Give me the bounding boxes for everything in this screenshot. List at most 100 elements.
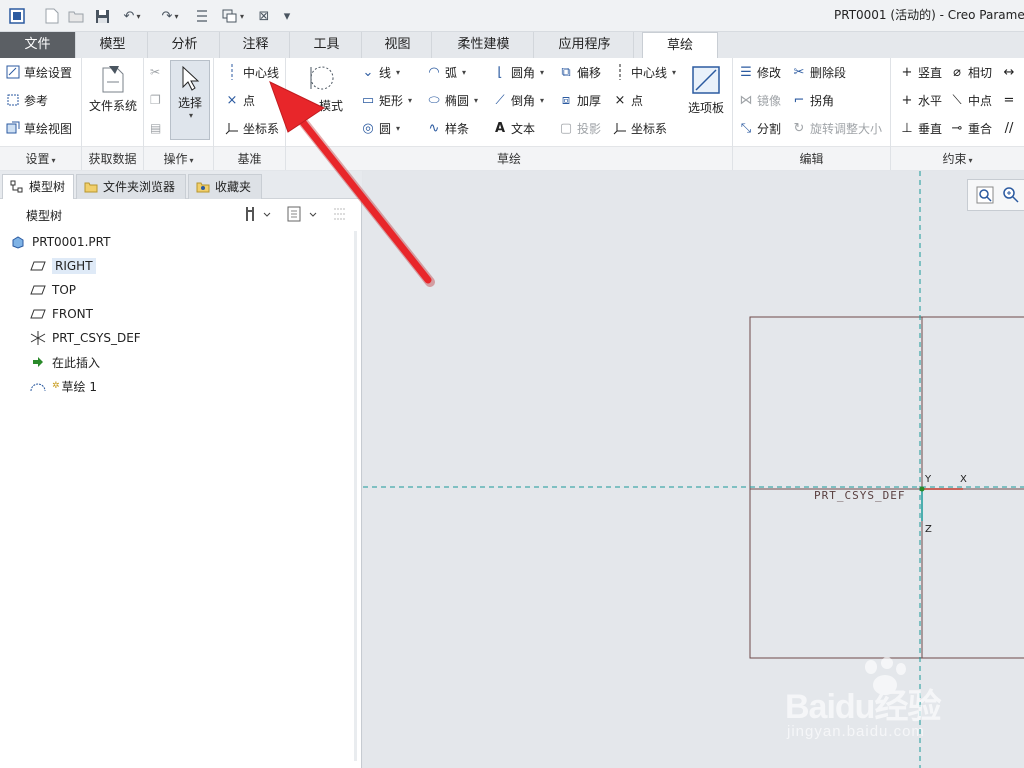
ellipse-button[interactable]: ⬭ 椭圆 ▾ xyxy=(426,90,478,110)
group-operations-label[interactable]: 操作 ▾ xyxy=(144,146,213,170)
rectangle-button[interactable]: ▭ 矩形 ▾ xyxy=(360,90,412,110)
tree-filter-icon[interactable] xyxy=(332,205,350,226)
sketch-centerline-dropdown-icon[interactable]: ▾ xyxy=(672,68,676,77)
sketch-view-button[interactable]: 草绘视图 xyxy=(5,118,72,138)
offset-button[interactable]: ⧉ 偏移 xyxy=(558,62,601,82)
refit-icon[interactable] xyxy=(976,186,994,207)
sketch-point-button[interactable]: × 点 xyxy=(612,90,643,110)
rotate-resize-button[interactable]: ↻ 旋转调整大小 xyxy=(791,118,882,138)
coincident-constraint-button[interactable]: ⊸ 重合 xyxy=(949,118,992,138)
customize-toolbar-icon[interactable]: ▾ xyxy=(280,6,294,26)
tab-flexible-modeling[interactable]: 柔性建模 xyxy=(434,32,534,58)
graphics-area[interactable]: PRT_CSYS_DEF Y X Z Baidu经验 jingyan.baidu… xyxy=(363,171,1024,768)
windows-icon[interactable]: ▾ xyxy=(216,6,250,26)
text-button[interactable]: A 文本 xyxy=(492,118,535,138)
datum-centerline-button[interactable]: 中心线 xyxy=(224,62,279,82)
group-edit-label: 编辑 xyxy=(733,146,890,170)
cut-icon[interactable]: ✂ xyxy=(150,62,160,82)
tab-view[interactable]: 视图 xyxy=(364,32,432,58)
arc-button[interactable]: ◠ 弧 ▾ xyxy=(426,62,466,82)
spline-button[interactable]: ∿ 样条 xyxy=(426,118,469,138)
tree-item-sketch-1[interactable]: ✲ 草绘 1 xyxy=(30,375,97,397)
project-button[interactable]: ▢ 投影 xyxy=(558,118,601,138)
panel-scrollbar[interactable] xyxy=(354,231,357,761)
baidu-watermark: Baidu经验 jingyan.baidu.com xyxy=(785,657,985,747)
line-dropdown-icon[interactable]: ▾ xyxy=(396,68,400,77)
tree-item-top[interactable]: TOP xyxy=(30,279,76,301)
references-button[interactable]: 参考 xyxy=(5,90,48,110)
line-button[interactable]: ⌄ 线 ▾ xyxy=(360,62,400,82)
chamfer-button[interactable]: ⟋ 倒角 ▾ xyxy=(492,90,544,110)
modify-button[interactable]: ☰ 修改 xyxy=(738,62,781,82)
group-setup-label[interactable]: 设置 ▾ xyxy=(0,146,81,170)
tab-analysis[interactable]: 分析 xyxy=(150,32,220,58)
sketch-centerline-icon xyxy=(612,64,628,80)
file-system-button[interactable]: 文件系统 xyxy=(86,64,140,114)
copy-icon[interactable]: ❐ xyxy=(150,90,161,110)
tree-settings-icon[interactable] xyxy=(244,205,274,226)
tab-annotate[interactable]: 注释 xyxy=(222,32,290,58)
tree-root[interactable]: PRT0001.PRT xyxy=(10,231,110,253)
sketch-csys-label: 坐标系 xyxy=(631,121,668,136)
panel-tab-model-tree[interactable]: 模型树 xyxy=(2,174,74,199)
tree-item-csys[interactable]: PRT_CSYS_DEF xyxy=(30,327,141,349)
tree-item-right[interactable]: RIGHT xyxy=(30,255,96,277)
thicken-button[interactable]: ⧈ 加厚 xyxy=(558,90,601,110)
save-icon[interactable] xyxy=(92,6,112,26)
sketch-centerline-button[interactable]: 中心线 ▾ xyxy=(612,62,676,82)
arc-dropdown-icon[interactable]: ▾ xyxy=(462,68,466,77)
divide-button[interactable]: ⤡ 分割 xyxy=(738,118,781,138)
panel-tab-folder-browser[interactable]: 文件夹浏览器 xyxy=(76,174,186,199)
symmetric-constraint-icon[interactable]: ↔ xyxy=(1001,62,1017,82)
datum-point-button[interactable]: × 点 xyxy=(224,90,255,110)
sketch-setup-button[interactable]: 草绘设置 xyxy=(5,62,72,82)
construction-mode-button[interactable]: 模式 xyxy=(292,64,350,114)
sketch-setup-label: 草绘设置 xyxy=(24,65,73,80)
undo-icon[interactable]: ↶ ▾ xyxy=(116,6,148,26)
app-menu-icon[interactable] xyxy=(6,6,28,26)
rectangle-dropdown-icon[interactable]: ▾ xyxy=(408,96,412,105)
tab-sketch[interactable]: 草绘 xyxy=(642,32,718,58)
line-icon: ⌄ xyxy=(362,64,374,80)
sketch-csys-button[interactable]: 坐标系 xyxy=(612,118,667,138)
close-window-icon[interactable]: ⊠ xyxy=(254,6,274,26)
circle-dropdown-icon[interactable]: ▾ xyxy=(396,124,400,133)
delete-segment-button[interactable]: ✂ 删除段 xyxy=(791,62,846,82)
datum-csys-button[interactable]: 坐标系 xyxy=(224,118,279,138)
perpendicular-constraint-button[interactable]: ⊥ 垂直 xyxy=(899,118,942,138)
open-file-icon[interactable] xyxy=(66,6,86,26)
fillet-dropdown-icon[interactable]: ▾ xyxy=(540,68,544,77)
group-constrain-label[interactable]: 约束 ▾ xyxy=(891,146,1024,170)
mirror-button[interactable]: ⋈ 镜像 xyxy=(738,90,782,110)
tangent-constraint-button[interactable]: ⌀ 相切 xyxy=(949,62,992,82)
regenerate-icon[interactable] xyxy=(192,6,212,26)
tree-item-front[interactable]: FRONT xyxy=(30,303,93,325)
tab-model[interactable]: 模型 xyxy=(78,32,148,58)
panel-tab-favorites[interactable]: 收藏夹 xyxy=(188,174,262,199)
zoom-in-icon[interactable] xyxy=(1002,186,1020,207)
vertical-constraint-button[interactable]: + 竖直 xyxy=(899,62,942,82)
equal-constraint-icon[interactable]: = xyxy=(1001,90,1017,110)
ribbon: 草绘设置 参考 草绘视图 设置 ▾ 文件系统 获取数据 ✂ ❐ ▤ 选择 ▾ 操… xyxy=(0,58,1024,170)
palette-button[interactable]: 选项板 xyxy=(684,64,728,116)
redo-icon[interactable]: ↷ ▾ xyxy=(154,6,186,26)
new-file-icon[interactable] xyxy=(42,6,62,26)
tab-file[interactable]: 文件 xyxy=(0,32,76,58)
ellipse-dropdown-icon[interactable]: ▾ xyxy=(474,96,478,105)
select-button[interactable]: 选择 ▾ xyxy=(170,60,210,140)
corner-button[interactable]: ⌐ 拐角 xyxy=(791,90,834,110)
project-label: 投影 xyxy=(577,121,602,136)
tree-item-insert-here[interactable]: 在此插入 xyxy=(30,351,100,373)
select-dropdown-icon[interactable]: ▾ xyxy=(173,111,209,120)
parallel-constraint-icon[interactable]: // xyxy=(1001,118,1017,138)
tab-applications[interactable]: 应用程序 xyxy=(536,32,634,58)
thicken-label: 加厚 xyxy=(577,93,602,108)
midpoint-constraint-button[interactable]: ⟍ 中点 xyxy=(949,90,992,110)
paste-icon[interactable]: ▤ xyxy=(150,118,161,138)
fillet-button[interactable]: ⌊ 圆角 ▾ xyxy=(492,62,544,82)
circle-button[interactable]: ◎ 圆 ▾ xyxy=(360,118,400,138)
tab-tools[interactable]: 工具 xyxy=(292,32,362,58)
tree-show-icon[interactable] xyxy=(286,205,320,226)
chamfer-dropdown-icon[interactable]: ▾ xyxy=(540,96,544,105)
horizontal-constraint-button[interactable]: + 水平 xyxy=(899,90,942,110)
